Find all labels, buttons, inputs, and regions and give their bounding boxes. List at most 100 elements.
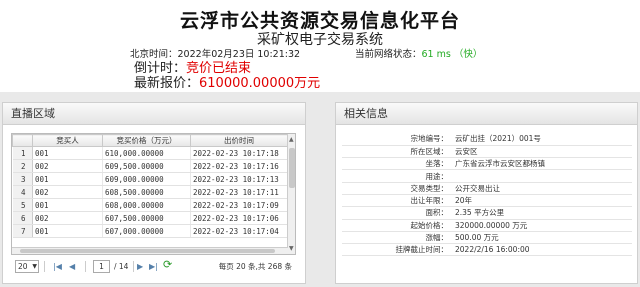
info-value: 广东省云浮市云安区都杨镇 bbox=[452, 157, 632, 171]
info-value: 320000.00000 万元 bbox=[452, 219, 632, 232]
net-label: 当前网络状态： bbox=[355, 49, 422, 60]
row-number: 7 bbox=[12, 224, 33, 238]
system-subtitle: 采矿权电子交易系统 bbox=[257, 32, 383, 48]
pagination-bar: 20 ▼ |◀ ◀ 1 / 14 ▶ ▶| ⟳ 每页 20 条,共 268 条 bbox=[11, 256, 296, 278]
price-cell: 608,500.00000 bbox=[102, 185, 191, 199]
info-row: 出让年限： 20年 bbox=[342, 194, 632, 208]
bidder-cell: 001 bbox=[32, 198, 103, 212]
refresh-icon[interactable]: ⟳ bbox=[163, 258, 172, 271]
info-label: 出让年限： bbox=[342, 194, 452, 208]
info-value: 云安区 bbox=[452, 145, 632, 159]
info-row: 宗地编号： 云矿出挂（2021）001号 bbox=[342, 133, 632, 146]
page-number-input[interactable]: 1 bbox=[93, 260, 110, 273]
horizontal-scroll-thumb[interactable] bbox=[20, 249, 275, 253]
bid-grid: 竞买人 竞买价格（万元） 出价时间 1 001 610,000.00000 2022-… bbox=[11, 133, 296, 255]
pager-summary: 每页 20 条,共 268 条 bbox=[218, 262, 292, 271]
info-row: 所在区域： 云安区 bbox=[342, 145, 632, 159]
table-row[interactable]: 4 002 608,500.00000 2022-02-23 10:17:11 bbox=[12, 185, 288, 199]
info-row: 面积： 2.35 平方公里 bbox=[342, 206, 632, 220]
latest-value: 610000.00000万元 bbox=[199, 76, 321, 91]
time-cell: 2022-02-23 10:17:11 bbox=[190, 185, 288, 199]
info-label: 涨幅： bbox=[342, 231, 452, 245]
time-cell: 2022-02-23 10:17:09 bbox=[190, 198, 288, 212]
price-cell: 607,000.00000 bbox=[102, 224, 191, 238]
time-cell: 2022-02-23 10:17:06 bbox=[190, 211, 288, 225]
net-value: 61 ms （快） bbox=[421, 49, 483, 60]
info-value: 云矿出挂（2021）001号 bbox=[452, 133, 632, 146]
bidder-cell: 001 bbox=[32, 146, 103, 160]
vertical-scroll-thumb[interactable] bbox=[289, 148, 295, 188]
vertical-scrollbar[interactable]: ▲ ▼ bbox=[287, 134, 295, 254]
info-label: 起始价格： bbox=[342, 219, 452, 232]
last-page-icon[interactable]: ▶| bbox=[149, 260, 158, 273]
price-cell: 609,500.00000 bbox=[102, 159, 191, 173]
info-row: 交易类型： 公开交易出让 bbox=[342, 182, 632, 195]
chevron-down-icon: ▼ bbox=[32, 263, 37, 270]
prev-page-icon[interactable]: ◀ bbox=[69, 260, 75, 273]
row-number: 2 bbox=[12, 159, 33, 173]
info-value bbox=[452, 169, 632, 183]
table-header-row: 竞买人 竞买价格（万元） 出价时间 bbox=[12, 134, 288, 147]
next-page-icon[interactable]: ▶ bbox=[137, 260, 143, 273]
info-panel: 相关信息 宗地编号： 云矿出挂（2021）001号 所在区域： 云安区 坐落： 广东省云浮… bbox=[335, 102, 638, 284]
column-header-time[interactable]: 出价时间 bbox=[190, 134, 288, 147]
time-cell: 2022-02-23 10:17:13 bbox=[190, 172, 288, 186]
bidder-cell: 002 bbox=[32, 159, 103, 173]
table-row[interactable]: 7 001 607,000.00000 2022-02-23 10:17:04 bbox=[12, 224, 288, 238]
info-value: 2022/2/16 16:00:00 bbox=[452, 243, 632, 257]
table-row[interactable]: 6 002 607,500.00000 2022-02-23 10:17:06 bbox=[12, 211, 288, 225]
row-number-header bbox=[12, 134, 33, 147]
info-label: 宗地编号： bbox=[342, 133, 452, 146]
row-number: 4 bbox=[12, 185, 33, 199]
info-label: 所在区域： bbox=[342, 145, 452, 159]
pager-divider bbox=[133, 261, 134, 272]
info-label: 面积： bbox=[342, 206, 452, 220]
scroll-down-icon[interactable]: ▼ bbox=[289, 245, 294, 252]
pager-divider bbox=[44, 261, 45, 272]
info-panel-title: 相关信息 bbox=[336, 103, 637, 125]
info-label: 用途： bbox=[342, 169, 452, 183]
table-row[interactable]: 2 002 609,500.00000 2022-02-23 10:17:16 bbox=[12, 159, 288, 173]
price-cell: 607,500.00000 bbox=[102, 211, 191, 225]
table-row[interactable]: 1 001 610,000.00000 2022-02-23 10:17:18 bbox=[12, 146, 288, 160]
info-row: 坐落： 广东省云浮市云安区都杨镇 bbox=[342, 157, 632, 171]
info-value: 2.35 平方公里 bbox=[452, 206, 632, 220]
page-header: 云浮市公共资源交易信息化平台 采矿权电子交易系统 北京时间：2022年02月23… bbox=[0, 0, 640, 92]
scroll-up-icon[interactable]: ▲ bbox=[289, 136, 294, 143]
row-number: 6 bbox=[12, 211, 33, 225]
total-pages: / 14 bbox=[114, 262, 129, 271]
info-value: 20年 bbox=[452, 194, 632, 208]
info-label: 挂牌截止时间： bbox=[342, 243, 452, 257]
time-cell: 2022-02-23 10:17:04 bbox=[190, 224, 288, 238]
network-status: 当前网络状态：61 ms （快） bbox=[355, 46, 482, 60]
info-label: 坐落： bbox=[342, 157, 452, 171]
price-cell: 609,000.00000 bbox=[102, 172, 191, 186]
table-row[interactable]: 5 001 608,000.00000 2022-02-23 10:17:09 bbox=[12, 198, 288, 212]
price-cell: 608,000.00000 bbox=[102, 198, 191, 212]
time-cell: 2022-02-23 10:17:16 bbox=[190, 159, 288, 173]
page-size-value: 20 bbox=[18, 262, 28, 271]
table-row[interactable]: 3 001 609,000.00000 2022-02-23 10:17:13 bbox=[12, 172, 288, 186]
info-row: 用途： bbox=[342, 169, 632, 183]
bidder-cell: 001 bbox=[32, 172, 103, 186]
price-cell: 610,000.00000 bbox=[102, 146, 191, 160]
row-number: 5 bbox=[12, 198, 33, 212]
info-table: 宗地编号： 云矿出挂（2021）001号 所在区域： 云安区 坐落： 广东省云浮市云安区都… bbox=[342, 133, 632, 257]
latest-bid: 最新报价：610000.00000万元 bbox=[134, 72, 320, 91]
time-cell: 2022-02-23 10:17:18 bbox=[190, 146, 288, 160]
pager-divider bbox=[85, 261, 86, 272]
column-header-bidder[interactable]: 竞买人 bbox=[32, 134, 103, 147]
live-panel: 直播区域 竞买人 竞买价格（万元） 出价时间 1 001 610,000.00000… bbox=[2, 102, 306, 284]
row-number: 3 bbox=[12, 172, 33, 186]
info-value: 公开交易出让 bbox=[452, 182, 632, 195]
page-size-select[interactable]: 20 ▼ bbox=[15, 260, 39, 273]
info-label: 交易类型： bbox=[342, 182, 452, 195]
bidder-cell: 002 bbox=[32, 185, 103, 199]
latest-label: 最新报价： bbox=[134, 76, 200, 91]
first-page-icon[interactable]: |◀ bbox=[53, 260, 62, 273]
live-panel-title: 直播区域 bbox=[3, 103, 305, 125]
column-header-price[interactable]: 竞买价格（万元） bbox=[102, 134, 191, 147]
bidder-cell: 002 bbox=[32, 211, 103, 225]
horizontal-scrollbar[interactable] bbox=[12, 247, 288, 254]
info-row: 涨幅： 500.00 万元 bbox=[342, 231, 632, 245]
